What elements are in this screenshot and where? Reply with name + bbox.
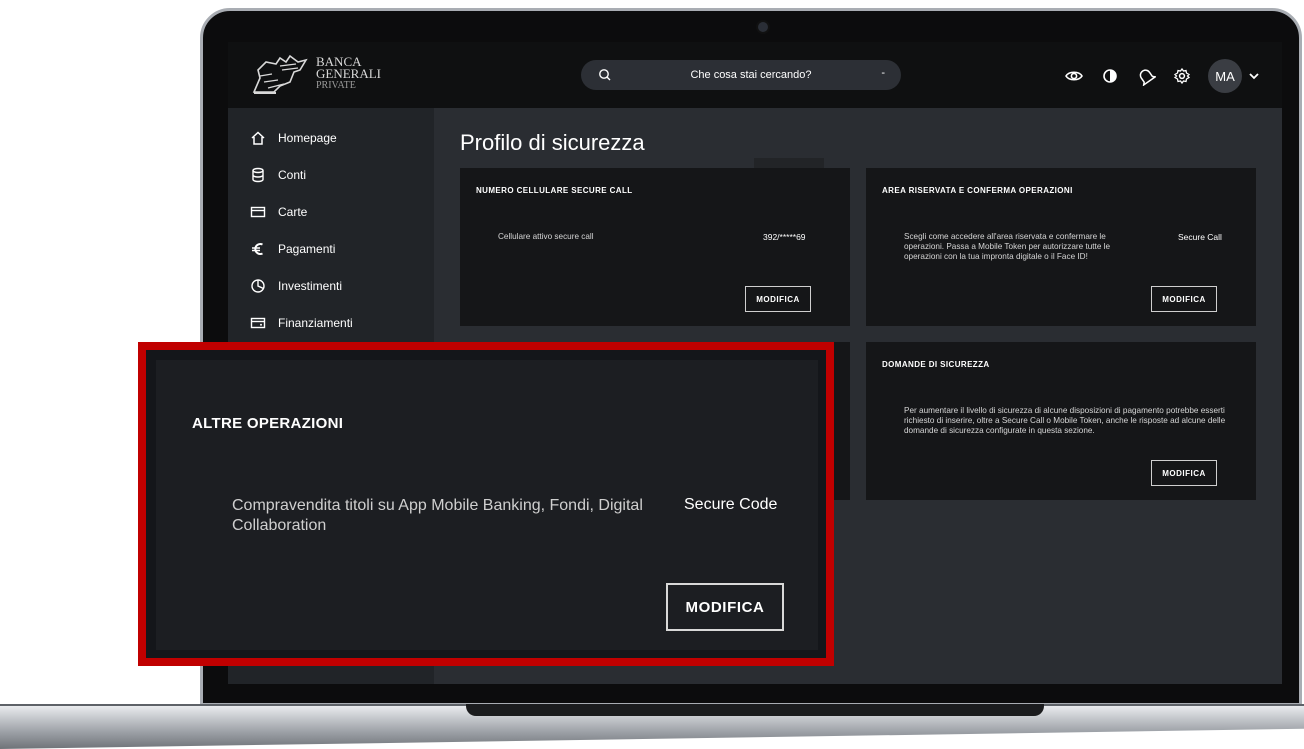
card-secure-call: NUMERO CELLULARE SECURE CALL Cellulare a… — [460, 168, 850, 326]
card-icon — [250, 206, 266, 218]
card-value: 392/*****69 — [763, 232, 806, 242]
modifica-altre-operazioni-button[interactable]: MODIFICA — [666, 583, 784, 631]
search-separator: - — [881, 67, 885, 79]
pie-chart-icon — [251, 279, 265, 293]
logo-line3: PRIVATE — [316, 80, 356, 91]
top-actions: MA — [1064, 59, 1260, 93]
highlight-callout: ALTRE OPERAZIONI Compravendita titoli su… — [138, 342, 834, 666]
sidebar-item-carte[interactable]: Carte — [250, 202, 307, 222]
euro-icon — [252, 243, 263, 255]
modifica-area-riservata-button[interactable]: MODIFICA — [1151, 286, 1217, 312]
top-bar: BANCA GENERALI PRIVATE - — [228, 42, 1282, 108]
tab-divider — [754, 158, 824, 168]
sidebar-item-label: Pagamenti — [278, 242, 336, 256]
avatar[interactable]: MA — [1208, 59, 1242, 93]
card-domande-sicurezza: DOMANDE DI SICUREZZA Per aumentare il li… — [866, 342, 1256, 500]
card-area-riservata: AREA RISERVATA E CONFERMA OPERAZIONI Sce… — [866, 168, 1256, 326]
modifica-domande-sicurezza-button[interactable]: MODIFICA — [1151, 460, 1217, 486]
laptop-hinge — [466, 704, 1044, 716]
card-description: Scegli come accedere all'area riservata … — [904, 232, 1111, 261]
home-icon — [251, 131, 265, 145]
logo-wordmark: BANCA GENERALI PRIVATE — [316, 55, 381, 92]
sidebar-item-label: Investimenti — [278, 279, 343, 293]
contrast-icon[interactable] — [1100, 66, 1120, 86]
chevron-down-icon[interactable] — [1248, 70, 1260, 82]
search-bar[interactable]: - — [581, 60, 901, 90]
callout-card: ALTRE OPERAZIONI Compravendita titoli su… — [156, 360, 818, 650]
modifica-secure-call-button[interactable]: MODIFICA — [745, 286, 811, 312]
search-input[interactable] — [641, 65, 861, 85]
bell-icon[interactable] — [1136, 66, 1156, 86]
card-title: NUMERO CELLULARE SECURE CALL — [476, 186, 633, 195]
sidebar-item-finanziamenti[interactable]: Finanziamenti — [250, 313, 353, 333]
camera-icon — [758, 22, 768, 32]
lion-logo-icon — [252, 54, 308, 94]
sidebar-item-label: Conti — [278, 168, 307, 182]
sidebar-item-homepage[interactable]: Homepage — [250, 128, 337, 148]
banca-generali-logo[interactable]: BANCA GENERALI PRIVATE — [250, 52, 381, 96]
callout-title: ALTRE OPERAZIONI — [192, 415, 344, 432]
sidebar-item-pagamenti[interactable]: Pagamenti — [250, 239, 335, 259]
sidebar-item-label: Carte — [278, 205, 308, 219]
search-icon[interactable] — [597, 67, 613, 83]
card-title: AREA RISERVATA E CONFERMA OPERAZIONI — [882, 186, 1073, 195]
loan-icon — [250, 317, 266, 329]
gear-icon[interactable] — [1172, 66, 1192, 86]
sidebar-item-investimenti[interactable]: Investimenti — [250, 276, 342, 296]
eye-icon[interactable] — [1064, 66, 1084, 86]
card-title: DOMANDE DI SICUREZZA — [882, 360, 990, 369]
callout-description: Compravendita titoli su App Mobile Banki… — [232, 497, 643, 534]
logo-line2: GENERALI — [316, 66, 381, 81]
card-value: Secure Call — [1178, 232, 1222, 242]
sidebar-item-label: Finanziamenti — [278, 316, 353, 330]
database-icon — [252, 167, 264, 183]
sidebar-item-conti[interactable]: Conti — [250, 165, 306, 185]
card-description: Per aumentare il livello di sicurezza di… — [904, 406, 1226, 435]
callout-value: Secure Code — [684, 496, 778, 513]
card-description: Cellulare attivo secure call — [498, 232, 594, 241]
sidebar-item-label: Homepage — [278, 131, 337, 145]
page-title: Profilo di sicurezza — [460, 130, 645, 155]
